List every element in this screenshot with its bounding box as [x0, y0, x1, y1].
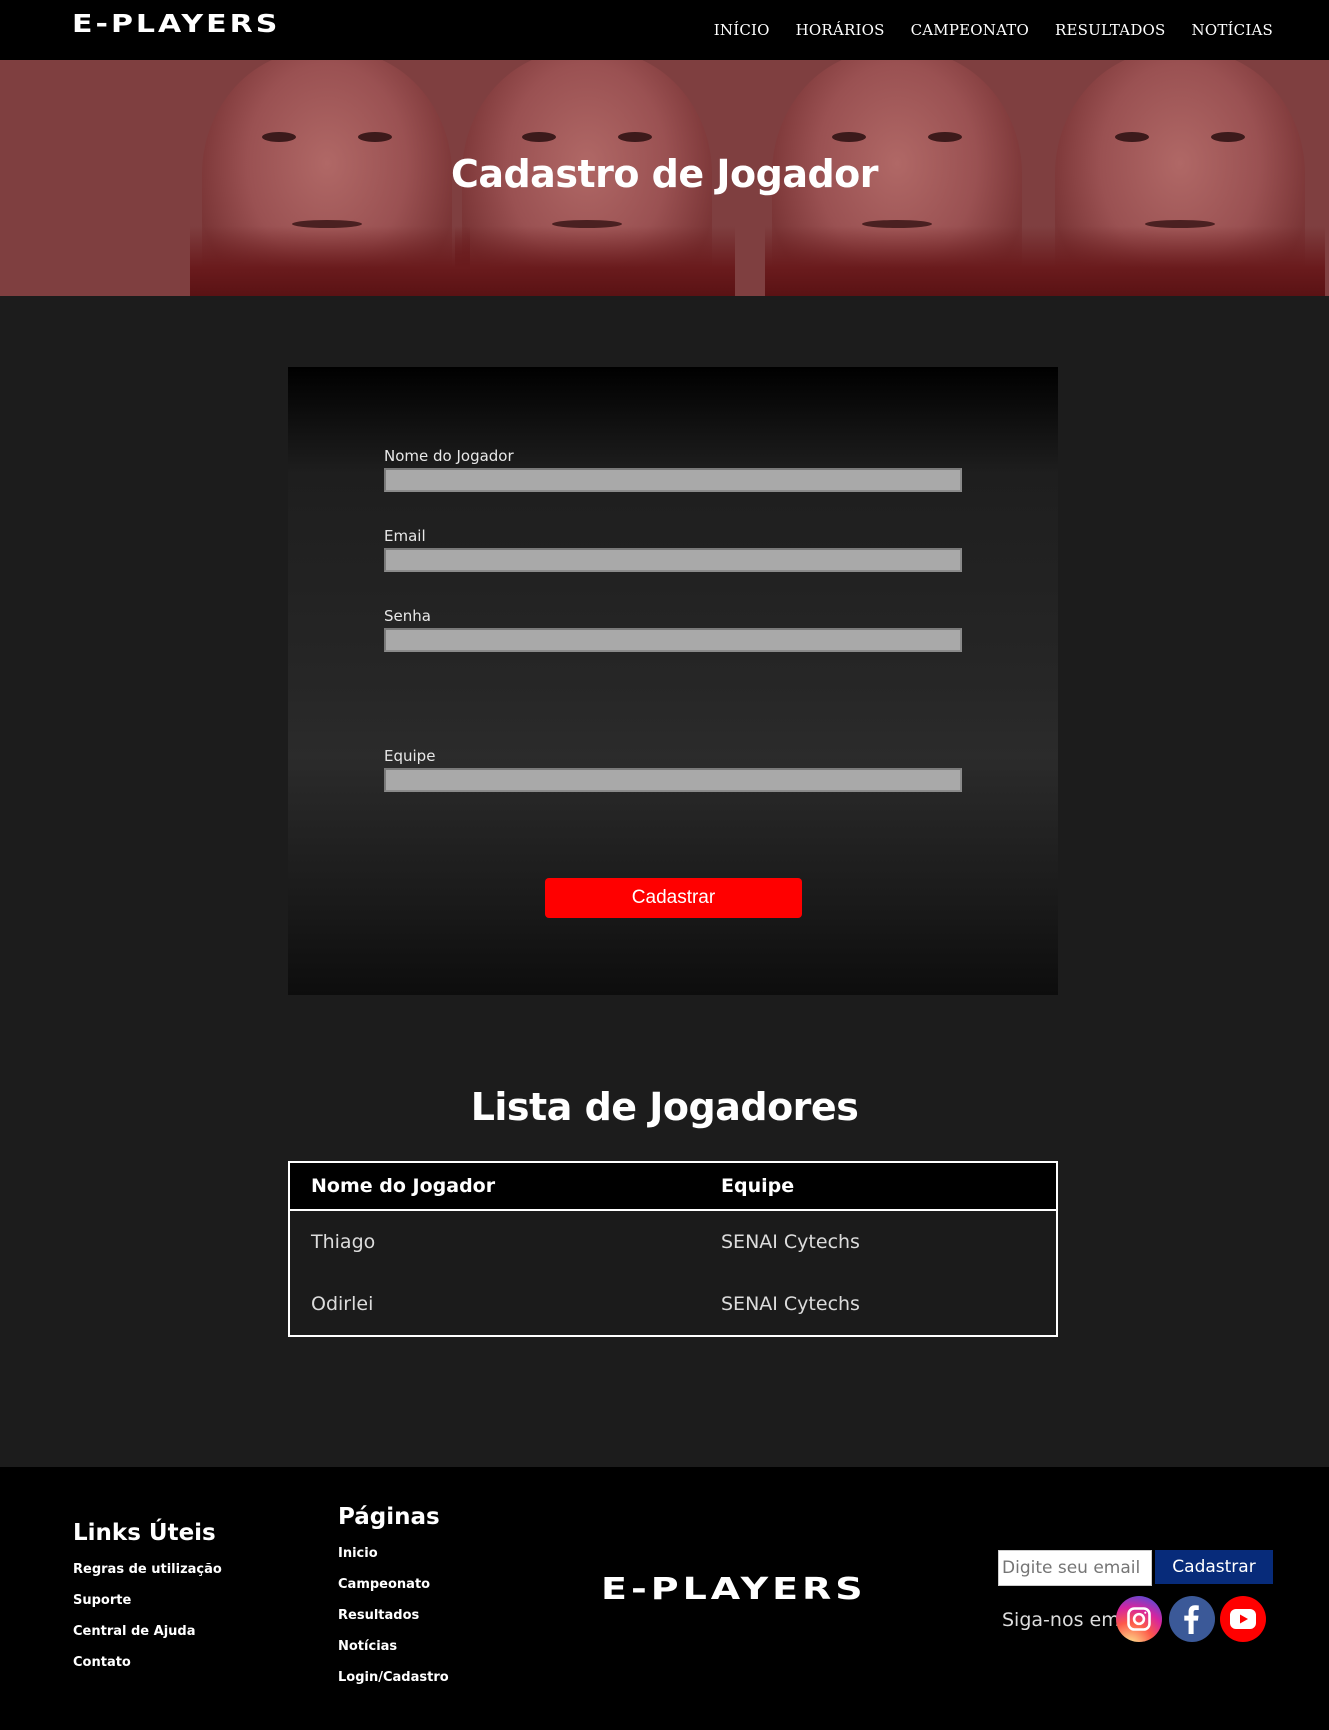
password-input[interactable] [384, 628, 962, 652]
register-button[interactable]: Cadastrar [545, 878, 802, 918]
site-footer: Links Úteis Regras de utilização Suporte… [0, 1467, 1329, 1730]
facebook-icon[interactable] [1169, 1596, 1215, 1642]
footer-link-support[interactable]: Suporte [73, 1593, 131, 1608]
footer-link-help-center[interactable]: Central de Ajuda [73, 1624, 196, 1639]
team-input[interactable] [384, 768, 962, 792]
main-nav: INÍCIO HORÁRIOS CAMPEONATO RESULTADOS NO… [714, 0, 1273, 60]
page-title: Cadastro de Jogador [450, 152, 879, 196]
footer-link-rules[interactable]: Regras de utilização [73, 1562, 222, 1577]
table-header-row: Nome do Jogador Equipe [289, 1162, 1057, 1211]
player-name-input[interactable] [384, 468, 962, 492]
player-name-cell: Odirlei [311, 1293, 374, 1315]
nav-item-campeonato[interactable]: CAMPEONATO [911, 21, 1029, 39]
youtube-icon[interactable] [1220, 1596, 1266, 1642]
nav-item-noticias[interactable]: NOTÍCIAS [1192, 21, 1273, 39]
footer-page-inicio[interactable]: Inicio [338, 1546, 378, 1561]
team-cell: SENAI Cytechs [721, 1231, 860, 1253]
column-header-player-name: Nome do Jogador [289, 1162, 700, 1211]
players-table: Nome do Jogador Equipe Thiago SENAI Cyte… [288, 1161, 1058, 1337]
password-label: Senha [384, 607, 431, 625]
email-label: Email [384, 527, 426, 545]
instagram-icon[interactable] [1116, 1596, 1162, 1642]
top-navbar: E-PLAYERS INÍCIO HORÁRIOS CAMPEONATO RES… [0, 0, 1329, 60]
footer-page-resultados[interactable]: Resultados [338, 1608, 419, 1623]
newsletter-submit-button[interactable]: Cadastrar [1155, 1550, 1273, 1584]
players-list-title: Lista de Jogadores [470, 1085, 859, 1129]
footer-link-contact[interactable]: Contato [73, 1655, 131, 1670]
pages-title: Páginas [338, 1504, 440, 1530]
footer-page-campeonato[interactable]: Campeonato [338, 1577, 430, 1592]
nav-item-inicio[interactable]: INÍCIO [714, 21, 770, 39]
follow-us-label: Siga-nos em: [1002, 1609, 1127, 1631]
footer-logo[interactable]: E-PLAYERS [601, 1571, 867, 1606]
player-name-label: Nome do Jogador [384, 447, 514, 465]
table-row: Odirlei SENAI Cytechs [289, 1273, 1057, 1336]
footer-page-noticias[interactable]: Notícias [338, 1639, 397, 1654]
table-row: Thiago SENAI Cytechs [289, 1210, 1057, 1273]
email-input[interactable] [384, 548, 962, 572]
team-cell: SENAI Cytechs [721, 1293, 860, 1315]
useful-links-title: Links Úteis [73, 1520, 216, 1546]
player-name-cell: Thiago [311, 1231, 376, 1253]
newsletter-email-input[interactable] [998, 1550, 1152, 1586]
hero-banner: Cadastro de Jogador [0, 60, 1329, 296]
nav-item-horarios[interactable]: HORÁRIOS [796, 21, 885, 39]
player-registration-form: Nome do Jogador Email Senha Equipe Cadas… [288, 367, 1058, 995]
team-label: Equipe [384, 747, 436, 765]
nav-item-resultados[interactable]: RESULTADOS [1055, 21, 1166, 39]
footer-page-login[interactable]: Login/Cadastro [338, 1670, 449, 1685]
column-header-team: Equipe [700, 1162, 1057, 1211]
site-logo[interactable]: E-PLAYERS [72, 10, 280, 39]
